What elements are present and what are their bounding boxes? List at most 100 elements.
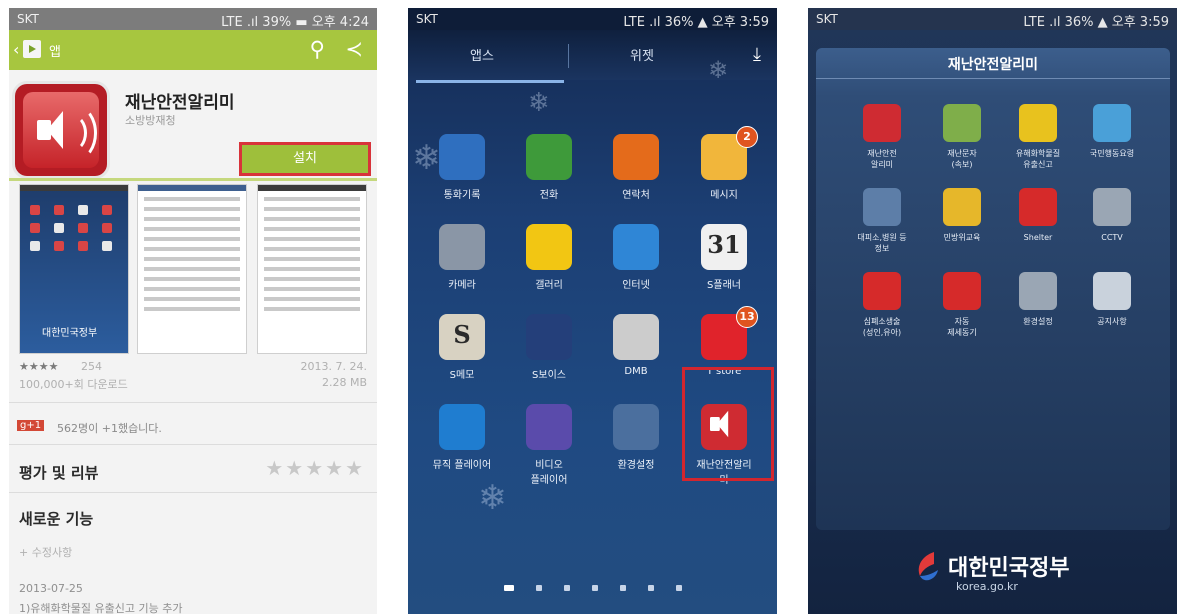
play-store-screen: SKT LTE .ıl 39% ▬ 오후 4:24 ‹ 앱 ⚲ ≺ 재난안전알리… [9, 8, 377, 614]
settings-gear-icon[interactable] [1019, 272, 1057, 310]
cctv-icon[interactable] [1093, 188, 1131, 226]
folder-screen: SKT LTE .ıl 36% ▲ 오후 3:59 재난안전알리미 재난안전 알리… [808, 8, 1177, 614]
install-button[interactable]: 설치 [239, 142, 371, 176]
rating-stars: ★★★★ [19, 360, 59, 373]
civil-defense-icon[interactable] [943, 188, 981, 226]
folder-item-label: 자동 제세동기 [947, 317, 977, 337]
icon-glyph: 31 [707, 230, 741, 259]
app-label: 통화기록 [443, 190, 481, 201]
gallery-icon[interactable] [526, 224, 572, 270]
download-count: 100,000+회 다운로드 [19, 378, 128, 391]
s-memo-icon[interactable]: S [439, 314, 485, 360]
app-label: 카메라 [448, 280, 476, 291]
notification-badge: 2 [736, 126, 758, 148]
video-player-icon[interactable] [526, 404, 572, 450]
settings-icon[interactable] [613, 404, 659, 450]
carrier-label: SKT [816, 12, 838, 26]
defibrillator-icon[interactable] [943, 272, 981, 310]
app-drawer-screen: SKT LTE .ıl 36% ▲ 오후 3:59 앱스 위젯 ⤓ ❄ ❄ ❄ … [408, 8, 777, 614]
music-player-icon[interactable] [439, 404, 485, 450]
back-chevron-icon[interactable]: ‹ [13, 40, 19, 59]
app-developer[interactable]: 소방방재청 [125, 112, 176, 128]
folder-item-label: 국민행동요령 [1089, 149, 1135, 158]
app-label: S플래너 [707, 280, 741, 291]
changelog-item: 1)유해화학물질 유출신고 기능 추가 [19, 602, 183, 614]
folder-item-label: CCTV [1101, 233, 1123, 242]
app-label: S보이스 [532, 370, 566, 381]
app-label: 갤러리 [535, 280, 563, 291]
plus-one-text: 562명이 +1했습니다. [57, 422, 162, 435]
screenshot-thumbnail[interactable]: 대한민국정부 [19, 184, 129, 354]
calendar-icon[interactable]: 31 [701, 224, 747, 270]
app-label: 인터넷 [622, 280, 650, 291]
whats-new-sub: + 수정사항 [19, 546, 73, 559]
reviews-heading: 평가 및 리뷰 [19, 464, 99, 482]
highlight-frame [682, 367, 774, 481]
action-bar: ‹ 앱 ⚲ ≺ [9, 30, 377, 70]
rate-stars-input[interactable]: ★★★★★ [265, 456, 365, 480]
folder-item-label: Shelter [1023, 233, 1053, 242]
folder-title[interactable]: 재난안전알리미 [816, 54, 1170, 74]
folder-item-label: 대피소,병원 등 정보 [857, 233, 907, 253]
app-label: S메모 [449, 370, 475, 381]
notice-icon[interactable] [1093, 272, 1131, 310]
folder-item-label: 심폐소생술 (성인,유아) [862, 317, 902, 337]
changelog-date: 2013-07-25 [19, 582, 83, 595]
plus-one-icon[interactable]: g+1 [17, 420, 45, 431]
download-icon[interactable]: ⤓ [753, 44, 761, 65]
rating-count: 254 [81, 360, 102, 373]
app-label: DMB [624, 366, 648, 377]
gov-url: korea.go.kr [956, 580, 1018, 593]
page-indicator [504, 576, 704, 595]
app-folder: 재난안전알리미 재난안전 알리미 재난문자 (속보) 유해화학물질 유출신고 국민행동요령 대… [816, 48, 1170, 530]
tab-apps[interactable]: 앱스 [470, 45, 494, 64]
shelter-search-icon[interactable] [863, 188, 901, 226]
app-label: 메시지 [710, 190, 738, 201]
status-bar: SKT LTE .ıl 39% ▬ 오후 4:24 [9, 8, 377, 30]
app-label: 비디오 플레이어 [530, 460, 568, 486]
update-date: 2013. 7. 24. [300, 360, 367, 373]
share-icon[interactable]: ≺ [345, 37, 363, 61]
app-label: 연락처 [622, 190, 650, 201]
app-label: 환경설정 [617, 460, 655, 471]
app-label: 뮤직 플레이어 [432, 460, 492, 471]
folder-item-label: 재난문자 (속보) [947, 149, 977, 169]
tab-widgets[interactable]: 위젯 [630, 45, 654, 64]
carrier-label: SKT [17, 12, 39, 26]
notification-badge: 13 [736, 306, 758, 328]
status-indicators: LTE .ıl 39% ▬ 오후 4:24 [221, 15, 369, 30]
dmb-icon[interactable] [613, 314, 659, 360]
s-voice-icon[interactable] [526, 314, 572, 360]
folder-item-label: 재난안전 알리미 [867, 149, 897, 169]
status-indicators: LTE .ıl 36% ▲ 오후 3:59 [1023, 15, 1169, 30]
status-bar: SKT LTE .ıl 36% ▲ 오후 3:59 [808, 8, 1177, 30]
action-guide-icon[interactable] [1093, 104, 1131, 142]
app-size: 2.28 MB [321, 376, 367, 389]
play-store-icon[interactable] [23, 40, 41, 58]
tab-indicator [416, 80, 564, 83]
disaster-sms-icon[interactable] [943, 104, 981, 142]
cpr-icon[interactable] [863, 272, 901, 310]
internet-icon[interactable] [613, 224, 659, 270]
search-icon[interactable]: ⚲ [310, 37, 325, 61]
folder-item-label: 유해화학물질 유출신고 [1015, 149, 1061, 169]
phone-icon[interactable] [526, 134, 572, 180]
shelter-icon[interactable] [1019, 188, 1057, 226]
speaker-alert-icon[interactable] [863, 104, 901, 142]
chemical-report-icon[interactable] [1019, 104, 1057, 142]
icon-glyph: S [453, 320, 471, 349]
screenshot-thumbnail[interactable] [137, 184, 247, 354]
app-title: 재난안전알리미 [125, 93, 235, 113]
call-log-icon[interactable] [439, 134, 485, 180]
screenshot-thumbnail[interactable] [257, 184, 367, 354]
screenshot-logo: 대한민국정부 [42, 328, 98, 339]
contacts-icon[interactable] [613, 134, 659, 180]
carrier-label: SKT [416, 12, 438, 26]
whats-new-heading: 새로운 기능 [19, 510, 94, 528]
app-label: 전화 [539, 190, 559, 201]
divider [9, 178, 377, 181]
folder-item-label: 환경설정 [1023, 317, 1053, 326]
gov-name: 대한민국정부 [948, 556, 1070, 581]
camera-icon[interactable] [439, 224, 485, 270]
app-icon [15, 84, 107, 176]
